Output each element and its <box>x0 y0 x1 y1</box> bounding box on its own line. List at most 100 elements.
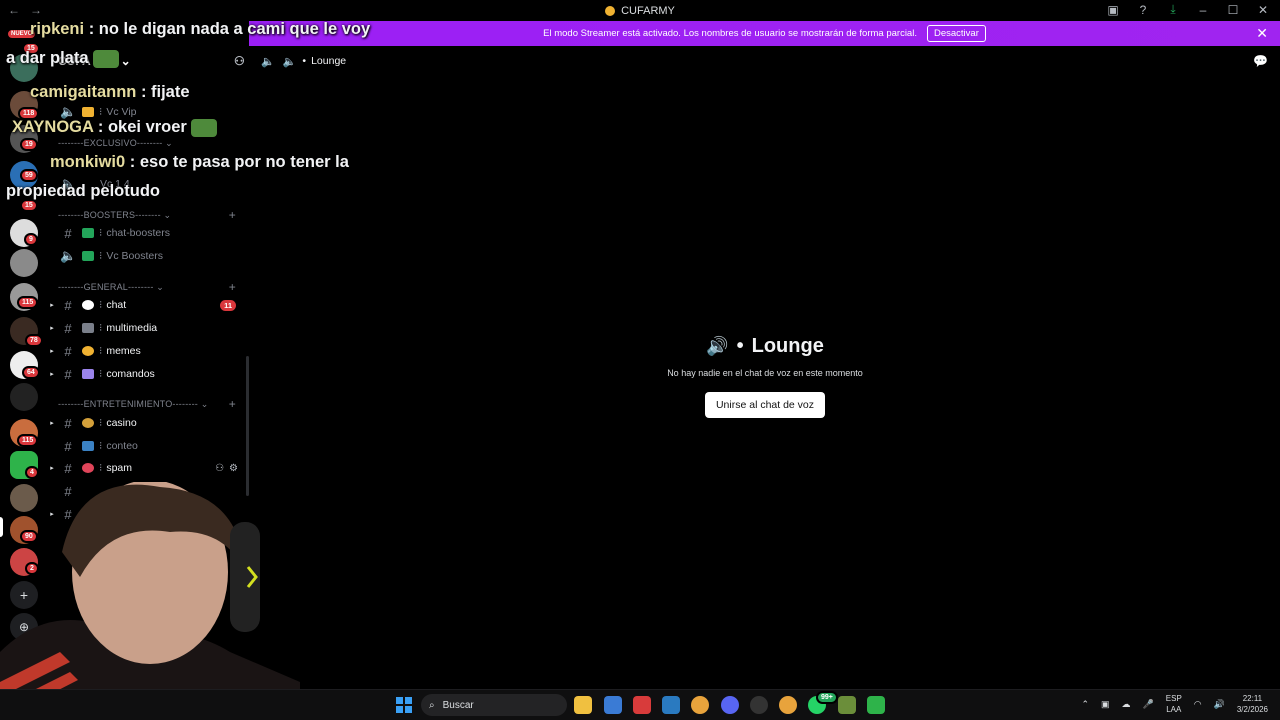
rail-badge: 78 <box>25 334 43 347</box>
search-icon: ⌕ <box>429 699 435 711</box>
chrome-icon[interactable] <box>691 696 709 714</box>
add-member-icon[interactable]: ⚇ <box>234 54 245 68</box>
overlay-message: a dar plata <box>6 49 120 68</box>
channel-header: 🔈 🔈 • Lounge 💬 <box>261 54 1268 68</box>
chat-bubble-icon[interactable]: 💬 <box>1253 54 1268 68</box>
channel-chat-boosters[interactable]: # ⁝ chat-boosters <box>50 222 246 244</box>
discord-icon[interactable] <box>721 696 739 714</box>
taskbar-search[interactable]: ⌕ Buscar <box>421 694 567 716</box>
speech-bubble-icon <box>82 300 94 310</box>
channel-comandos[interactable]: ▸ # ⁝ comandos <box>50 363 246 385</box>
category-boosters[interactable]: --------BOOSTERS-------- ⌄ + <box>58 208 248 222</box>
rail-badge: 4 <box>25 466 39 479</box>
tray-icon[interactable]: ▣ <box>1101 699 1110 710</box>
booster-icon <box>82 228 94 238</box>
channel-memes[interactable]: ▸ # ⁝ memes <box>50 340 246 362</box>
rail-badge: 64 <box>22 366 40 379</box>
emote-icon <box>191 118 218 137</box>
emote-icon <box>93 49 120 68</box>
start-button[interactable] <box>396 697 412 713</box>
no-entry-icon <box>82 463 94 473</box>
voice-empty-message: No hay nadie en el chat de voz en este m… <box>667 368 863 378</box>
chrome-icon[interactable] <box>779 696 797 714</box>
titlebar-nav: ← → <box>8 3 42 17</box>
add-channel-icon[interactable]: + <box>229 208 236 222</box>
hash-icon: # <box>64 343 72 359</box>
voice-empty-state: 🔊 • Lounge No hay nadie en el chat de vo… <box>620 335 910 418</box>
language-indicator[interactable]: ESP LAA <box>1166 693 1182 715</box>
chevron-up-icon[interactable]: ⌃ <box>1081 699 1089 710</box>
store-icon[interactable] <box>662 696 680 714</box>
channel-vc-boosters[interactable]: 🔈 ⁝ Vc Boosters <box>50 245 246 267</box>
rail-badge: 19 <box>20 138 38 151</box>
speaker-icon: 🔊 <box>706 336 729 356</box>
maximize-icon[interactable]: ☐ <box>1226 3 1240 17</box>
app-icon[interactable] <box>633 696 651 714</box>
app-icon[interactable] <box>750 696 768 714</box>
channel-casino[interactable]: ▸ # ⁝ casino <box>50 412 246 434</box>
join-voice-button[interactable]: Unirse al chat de voz <box>704 392 826 418</box>
channel-title: Lounge <box>311 55 347 67</box>
server-icon[interactable] <box>10 249 38 277</box>
channel-chat[interactable]: ▸ # ⁝ chat 11 <box>50 294 246 316</box>
add-channel-icon[interactable]: + <box>229 397 236 411</box>
tray-icon[interactable]: ☁ <box>1122 699 1131 710</box>
hash-icon: # <box>64 225 72 241</box>
overlay-message: ripkeni : no le digan nada a cami que le… <box>30 20 371 38</box>
booster-icon <box>82 251 94 261</box>
wifi-icon[interactable]: ◠ <box>1194 699 1202 710</box>
rail-badge: 115 <box>17 434 39 447</box>
deactivate-button[interactable]: Desactivar <box>926 25 986 42</box>
category-exclusivo[interactable]: --------EXCLUSIVO-------- ⌄ <box>58 138 248 149</box>
channel-multimedia[interactable]: ▸ # ⁝ multimedia <box>50 317 246 339</box>
overlay-message: propiedad pelotudo <box>6 182 160 200</box>
hash-icon: # <box>64 460 72 476</box>
channel-conteo[interactable]: # ⁝ conteo <box>50 435 246 457</box>
system-tray: ⌃ ▣ ☁ 🎤 ESP LAA ◠ 🔊 22:11 3/2/2026 <box>1081 693 1268 715</box>
server-icon <box>605 5 616 16</box>
streamer-mode-banner: El modo Streamer está activado. Los nomb… <box>249 21 1280 46</box>
minecraft-icon[interactable] <box>838 696 856 714</box>
minimize-icon[interactable]: – <box>1196 3 1210 17</box>
file-explorer-icon[interactable] <box>574 696 592 714</box>
hash-icon: # <box>64 366 72 382</box>
download-icon[interactable]: ⤓ <box>1166 2 1180 17</box>
money-bag-icon <box>82 418 94 428</box>
voice-channel-title: 🔊 • Lounge <box>706 335 824 357</box>
volume-icon[interactable]: 🔊 <box>1214 699 1225 710</box>
gear-icon[interactable]: ⚙ <box>229 463 238 474</box>
film-icon <box>82 323 94 333</box>
window-title: CUFARMY <box>605 5 675 17</box>
invite-icon[interactable]: ⚇ <box>215 463 224 474</box>
clock[interactable]: 22:11 3/2/2026 <box>1237 693 1268 715</box>
app-icon[interactable] <box>867 696 885 714</box>
category-general[interactable]: --------GENERAL-------- ⌄ + <box>58 280 248 294</box>
overlay-message: XAYNOGA : okei vroer <box>12 118 218 137</box>
hash-icon: # <box>64 320 72 336</box>
banner-close-icon[interactable]: ✕ <box>1256 25 1268 42</box>
category-entretenimiento[interactable]: --------ENTRETENIMIENTO-------- ⌄ + <box>58 397 248 411</box>
chevron-down-icon: ⌄ <box>120 54 131 68</box>
forward-icon[interactable]: → <box>30 3 42 17</box>
rail-badge: 59 <box>20 169 38 182</box>
add-channel-icon[interactable]: + <box>229 280 236 294</box>
overlay-message: camigaitannn : fijate <box>30 83 190 101</box>
back-icon[interactable]: ← <box>8 3 20 17</box>
hash-icon: # <box>64 297 72 313</box>
mic-icon[interactable]: 🎤 <box>1143 699 1154 710</box>
rail-badge: 115 <box>17 296 39 309</box>
close-window-icon[interactable]: ✕ <box>1256 3 1270 17</box>
window-titlebar: ← → CUFARMY ▣ ? ⤓ – ☐ ✕ <box>0 0 1280 21</box>
sidebar-scrollbar[interactable] <box>246 356 249 496</box>
screen-share-icon[interactable]: ▣ <box>1106 3 1120 17</box>
help-icon[interactable]: ? <box>1136 3 1150 17</box>
server-icon[interactable] <box>10 383 38 411</box>
numbers-icon <box>82 441 94 451</box>
hash-icon: # <box>64 415 72 431</box>
speaker-icon: 🔈 <box>282 55 297 68</box>
rail-badge: 9 <box>24 233 38 246</box>
mention-badge: 11 <box>220 299 236 311</box>
notification-badge: 99+ <box>816 691 838 704</box>
copilot-icon[interactable] <box>604 696 622 714</box>
channel-spam[interactable]: ▸ # ⁝ spam ⚇ ⚙ <box>50 457 246 479</box>
